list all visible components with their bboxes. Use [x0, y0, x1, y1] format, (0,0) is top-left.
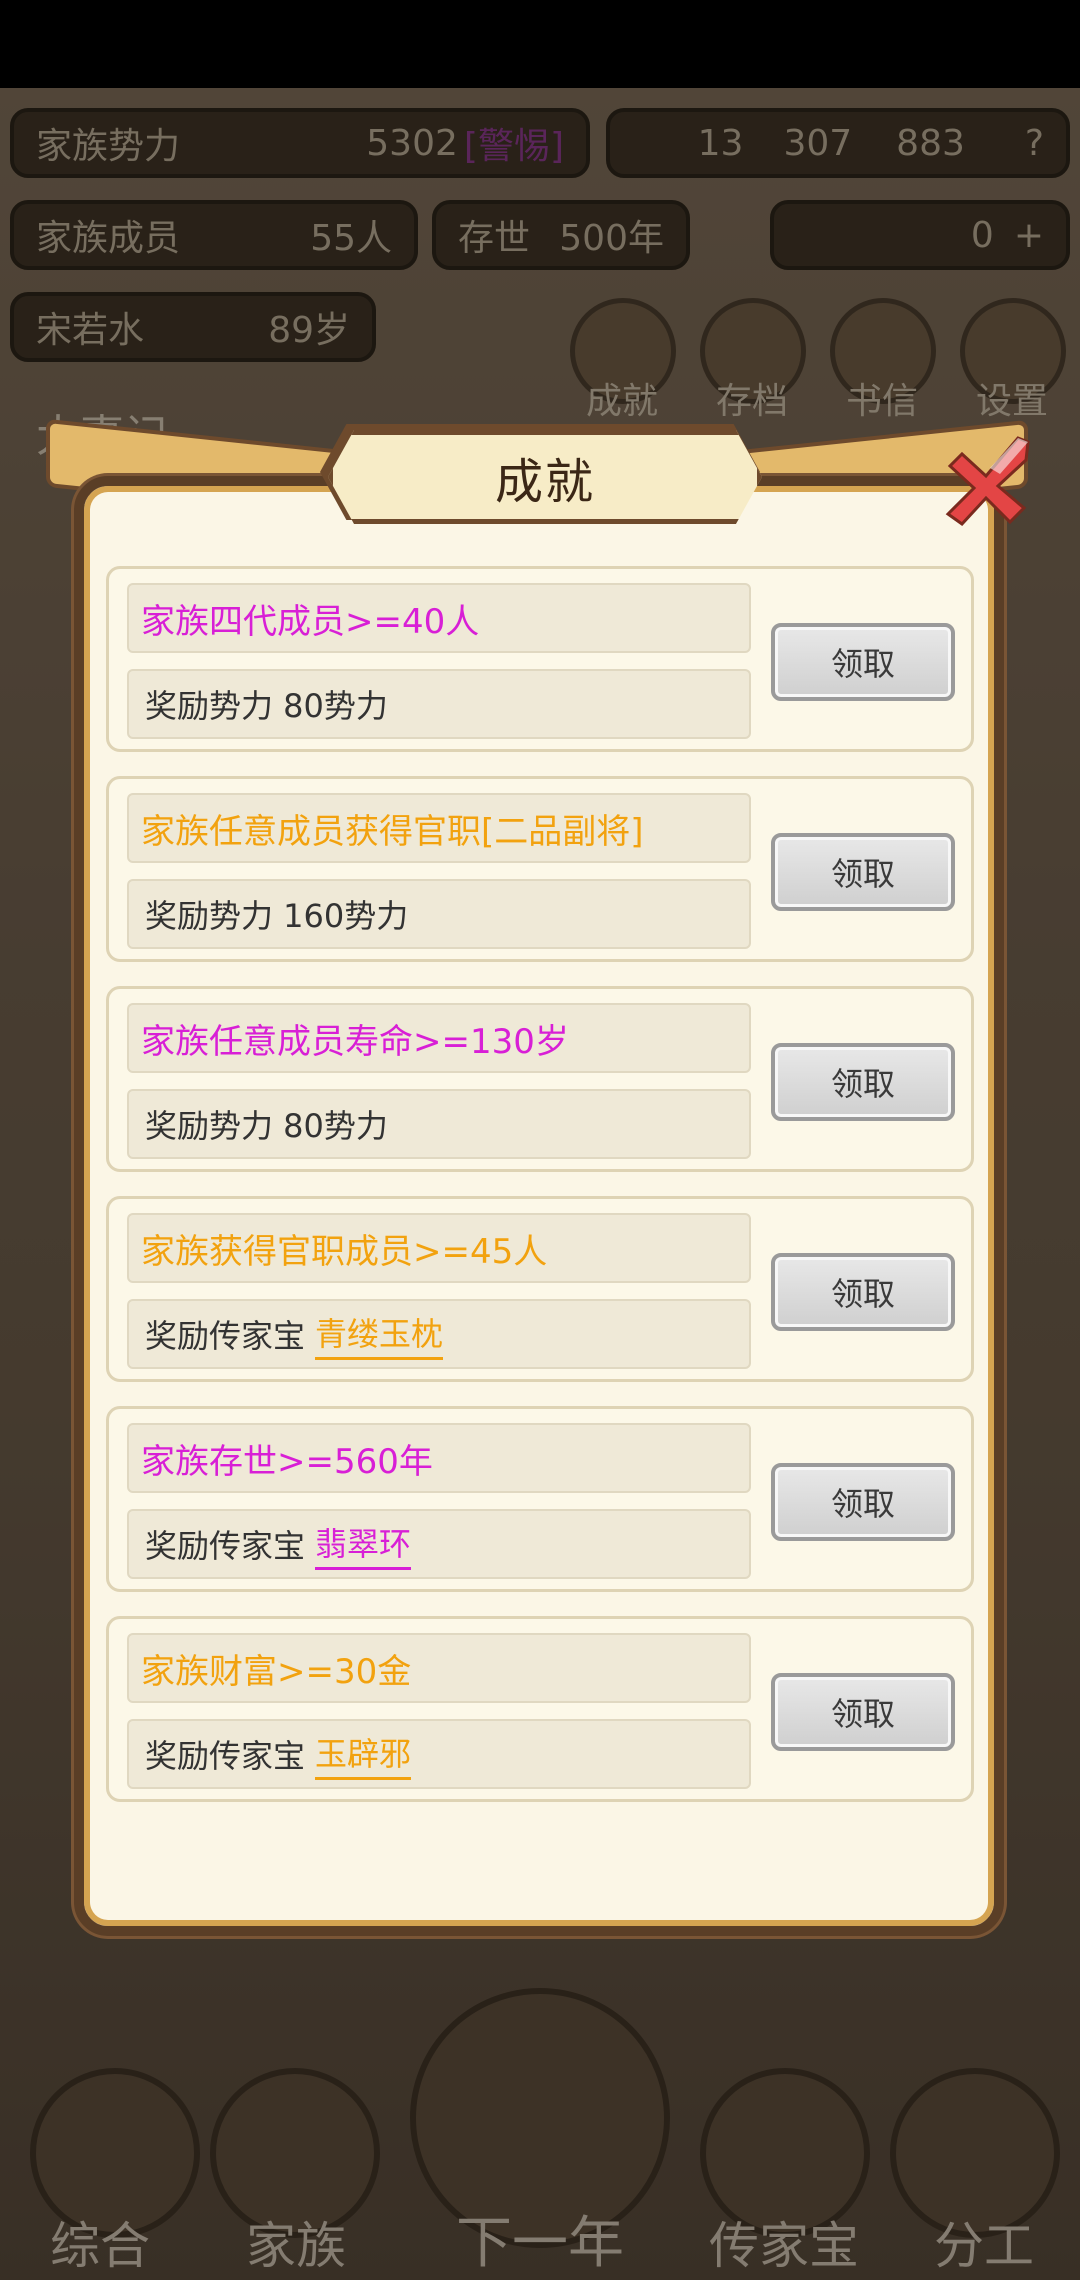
achievement-condition: 家族财富>=30金: [127, 1633, 751, 1703]
close-icon[interactable]: [940, 430, 1030, 530]
reward-text: 奖励传家宝: [145, 1737, 306, 1775]
claim-button[interactable]: 领取: [771, 623, 955, 701]
reward-text: 奖励势力 160势力: [145, 897, 409, 935]
heirloom-item-link[interactable]: 翡翠环: [315, 1519, 412, 1570]
achievement-condition: 家族获得官职成员>=45人: [127, 1213, 751, 1283]
reward-text: 奖励传家宝: [145, 1317, 306, 1355]
achievement-card: 家族任意成员寿命>=130岁奖励势力 80势力 领取: [106, 986, 974, 1172]
claim-button[interactable]: 领取: [771, 1043, 955, 1121]
dialog-title: 成就: [494, 454, 595, 510]
reward-text: 奖励传家宝: [145, 1527, 306, 1565]
achievement-card: 家族任意成员获得官职[二品副将] 奖励势力 160势力 领取: [106, 776, 974, 962]
achievement-reward: 奖励传家宝 玉辟邪: [127, 1719, 751, 1789]
claim-button[interactable]: 领取: [771, 1463, 955, 1541]
achievement-card: 家族四代成员>=40人奖励势力 80势力 领取: [106, 566, 974, 752]
claim-button[interactable]: 领取: [771, 1253, 955, 1331]
achievement-condition: 家族存世>=560年: [127, 1423, 751, 1493]
achievement-condition: 家族任意成员寿命>=130岁: [127, 1003, 751, 1073]
heirloom-item-link[interactable]: 玉辟邪: [315, 1729, 412, 1780]
achievement-reward: 奖励势力 160势力: [127, 879, 751, 949]
achievement-card: 家族存世>=560年 奖励传家宝 翡翠环 领取: [106, 1406, 974, 1592]
achievement-condition: 家族四代成员>=40人: [127, 583, 751, 653]
reward-text: 奖励势力 80势力: [145, 1107, 388, 1145]
achievement-reward: 奖励传家宝 青缕玉枕: [127, 1299, 751, 1369]
achievement-card: 家族财富>=30金 奖励传家宝 玉辟邪 领取: [106, 1616, 974, 1802]
achievement-reward: 奖励势力 80势力: [127, 669, 751, 739]
achievement-reward: 奖励势力 80势力: [127, 1089, 751, 1159]
achievement-reward: 奖励传家宝 翡翠环: [127, 1509, 751, 1579]
status-bar: [0, 0, 1080, 88]
claim-button[interactable]: 领取: [771, 1673, 955, 1751]
achievement-condition: 家族任意成员获得官职[二品副将]: [127, 793, 751, 863]
heirloom-item-link[interactable]: 青缕玉枕: [315, 1309, 444, 1360]
achievement-card: 家族获得官职成员>=45人 奖励传家宝 青缕玉枕 领取: [106, 1196, 974, 1382]
claim-button[interactable]: 领取: [771, 833, 955, 911]
reward-text: 奖励势力 80势力: [145, 687, 388, 725]
title-plate: 成就: [328, 430, 762, 524]
